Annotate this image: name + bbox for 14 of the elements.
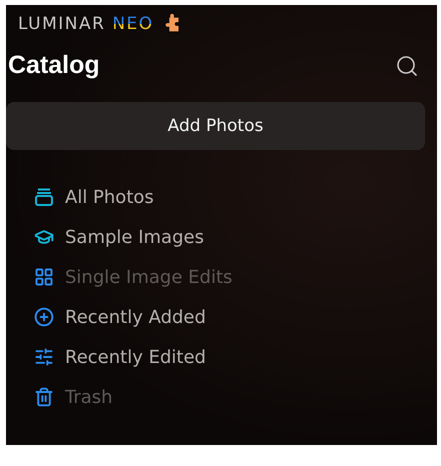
grid-icon: [34, 267, 54, 287]
catalog-item[interactable]: All Photos: [34, 184, 437, 210]
graduation-cap-icon: [34, 227, 54, 247]
app-logo: LUMINAR NEO: [18, 14, 154, 34]
catalog-item[interactable]: Recently Edited: [34, 344, 437, 370]
catalog-title: Catalog: [8, 51, 100, 80]
plus-circle-icon: [34, 307, 54, 327]
photo-stack-icon: [34, 187, 54, 207]
trash-icon: [34, 387, 54, 407]
search-icon[interactable]: [395, 54, 419, 78]
sliders-icon: [34, 347, 54, 367]
catalog-item[interactable]: Recently Added: [34, 304, 437, 330]
catalog-item[interactable]: Sample Images: [34, 224, 437, 250]
add-photos-button[interactable]: Add Photos: [6, 102, 425, 150]
